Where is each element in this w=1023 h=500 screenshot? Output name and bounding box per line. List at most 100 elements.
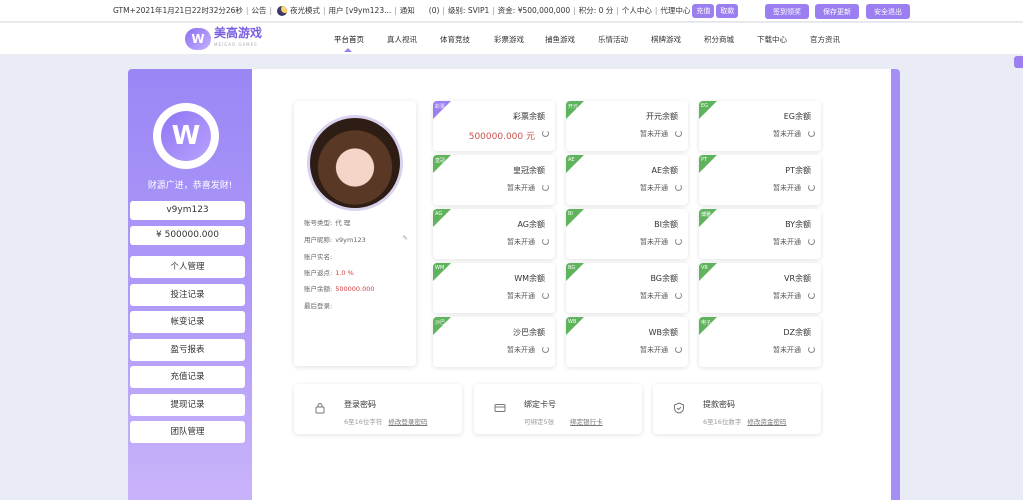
- lock-icon: [315, 403, 325, 414]
- nav-live[interactable]: 真人视讯: [387, 34, 417, 45]
- sec-desc: 6至16位字符: [344, 418, 383, 426]
- refresh-icon[interactable]: [808, 346, 815, 353]
- wallet-badge: PT: [701, 157, 708, 163]
- wallet-value: 暂未开通: [773, 238, 801, 246]
- wallet-name: WB余额: [648, 328, 678, 337]
- wallet-badge: AG: [435, 211, 443, 217]
- wallet-name: 彩票余额: [513, 112, 545, 121]
- nav-points-mall[interactable]: 积分商城: [704, 34, 734, 45]
- wallet-name: VR余额: [783, 274, 811, 283]
- refresh-icon[interactable]: [675, 184, 682, 191]
- shield-icon: [674, 402, 684, 414]
- wallet-value: 暂未开通: [640, 130, 668, 138]
- login-password-card: 登录密码 6至16位字符 修改登录密码: [294, 384, 462, 434]
- wallet-name: EG余额: [783, 112, 811, 121]
- wallet-badge: BI: [568, 211, 573, 217]
- wallet-name: BG余额: [650, 274, 678, 283]
- sidebar-item-withdraw[interactable]: 提现记录: [130, 394, 245, 416]
- wallet-card: AG AG余额 暂未开通: [433, 209, 555, 259]
- nav-events[interactable]: 乐情活动: [598, 34, 628, 45]
- sidebar-item-team[interactable]: 团队管理: [130, 421, 245, 443]
- refresh-icon[interactable]: [808, 238, 815, 245]
- wallet-badge: AE: [568, 157, 575, 163]
- refresh-icon[interactable]: [542, 238, 549, 245]
- profile-label: 最后登录:: [304, 302, 333, 310]
- nav-fishing[interactable]: 捕鱼游戏: [545, 34, 575, 45]
- refresh-icon[interactable]: [542, 184, 549, 191]
- refresh-icon[interactable]: [542, 292, 549, 299]
- bind-card-card: 绑定卡号 可绑定5张 绑定银行卡: [474, 384, 642, 434]
- wallet-value: 暂未开通: [640, 292, 668, 300]
- wallet-card: WB WB余额暂未开通: [566, 317, 688, 367]
- scrollbar[interactable]: [891, 69, 900, 500]
- nav-lottery[interactable]: 彩票游戏: [494, 34, 524, 45]
- bind-bank-card-link[interactable]: 绑定银行卡: [570, 418, 603, 426]
- wallet-card: BG BG余额 暂未开通: [566, 263, 688, 313]
- sidebar-logo-mark: W: [161, 111, 211, 161]
- sidebar-item-pnl[interactable]: 盈亏报表: [130, 339, 245, 361]
- sidebar-item-bets[interactable]: 投注记录: [130, 284, 245, 306]
- sidebar-item-personal[interactable]: 个人管理: [130, 256, 245, 278]
- wallet-value: 暂未开通: [640, 346, 668, 354]
- nav-download[interactable]: 下载中心: [757, 34, 787, 45]
- sidebar-item-account-changes[interactable]: 帐变记录: [130, 311, 245, 333]
- logo-name: 美高游戏: [214, 26, 263, 40]
- nav-cards[interactable]: 棋牌游戏: [651, 34, 681, 45]
- withdraw-button[interactable]: 取款: [716, 3, 739, 18]
- refresh-icon[interactable]: [542, 346, 549, 353]
- signin-button[interactable]: 签到领奖: [765, 4, 809, 19]
- save-update-button[interactable]: 保存更新: [815, 4, 859, 19]
- wallet-card: 电子 DZ余额 暂未开通: [699, 317, 821, 367]
- wallet-card: BI BI余额 暂未开通: [566, 209, 688, 259]
- sec-title: 登录密码: [344, 400, 376, 409]
- wallet-name: 沙巴余额: [513, 328, 545, 337]
- message-link[interactable]: 通知: [400, 5, 415, 16]
- message-count: (0): [428, 6, 440, 15]
- wallet-badge: WM: [435, 265, 445, 271]
- refresh-icon[interactable]: [808, 292, 815, 299]
- notice-link[interactable]: 公告: [251, 5, 266, 16]
- wallet-card: 彩票 彩票余额 500000.000 元: [433, 101, 555, 151]
- user-info[interactable]: 用户 [v9ym123...: [329, 5, 392, 16]
- withdraw-password-card: 提款密码 6至16位数字 修改资金密码: [653, 384, 821, 434]
- points-text: 积分: 0 分: [578, 6, 614, 15]
- edit-icon[interactable]: ✎: [403, 234, 408, 242]
- wallet-value: 暂未开通: [507, 292, 535, 300]
- main-nav: W 美高游戏 MEIGAO GAMES 平台首页 真人视讯 体育竞技 彩票游戏 捕…: [0, 23, 1023, 68]
- wallet-badge: 电子: [701, 320, 712, 326]
- recharge-button[interactable]: 充值: [692, 3, 715, 18]
- wallet-value: 暂未开通: [640, 238, 668, 246]
- sidebar-item-recharge[interactable]: 充值记录: [130, 366, 245, 388]
- logout-button[interactable]: 安全退出: [866, 4, 910, 19]
- sidebar-balance: ¥ 500000.000: [130, 226, 245, 245]
- level-text: 级别: SVIP1: [447, 6, 490, 15]
- profile-card: 账号类型: 代 理 用户昵称: v9ym123 ✎ 账户实名: 账户返点: 1.0 % …: [294, 101, 416, 366]
- refresh-icon[interactable]: [808, 130, 815, 137]
- refresh-icon[interactable]: [675, 130, 682, 137]
- profile-label: 账号类型:: [304, 219, 333, 227]
- refresh-icon[interactable]: [675, 346, 682, 353]
- moon-icon[interactable]: [276, 5, 287, 16]
- site-logo[interactable]: W 美高游戏 MEIGAO GAMES: [185, 26, 262, 52]
- nav-sports[interactable]: 体育竞技: [440, 34, 470, 45]
- night-mode-toggle[interactable]: 夜光模式: [290, 5, 320, 16]
- wallet-badge: WB: [568, 319, 577, 325]
- wallet-badge: VR: [701, 265, 708, 271]
- nav-home[interactable]: 平台首页: [334, 34, 364, 52]
- wallet-card: WM WM余额 暂未开通: [433, 263, 555, 313]
- nav-news[interactable]: 官方资讯: [810, 34, 840, 45]
- change-login-password-link[interactable]: 修改登录密码: [388, 418, 427, 426]
- refresh-icon[interactable]: [808, 184, 815, 191]
- chat-icon[interactable]: [1014, 56, 1023, 68]
- personal-center-link[interactable]: 个人中心: [622, 5, 652, 16]
- refresh-icon[interactable]: [542, 130, 549, 137]
- sec-desc: 可绑定5张: [524, 418, 555, 426]
- wallet-value: 暂未开通: [773, 292, 801, 300]
- change-fund-password-link[interactable]: 修改资金密码: [747, 418, 786, 426]
- sec-title: 绑定卡号: [524, 400, 556, 409]
- logo-sub: MEIGAO GAMES: [214, 42, 258, 47]
- wallet-card: 沙巴 沙巴余额 暂未开通: [433, 317, 555, 367]
- agent-center-link[interactable]: 代理中心: [660, 5, 690, 16]
- refresh-icon[interactable]: [675, 292, 682, 299]
- refresh-icon[interactable]: [675, 238, 682, 245]
